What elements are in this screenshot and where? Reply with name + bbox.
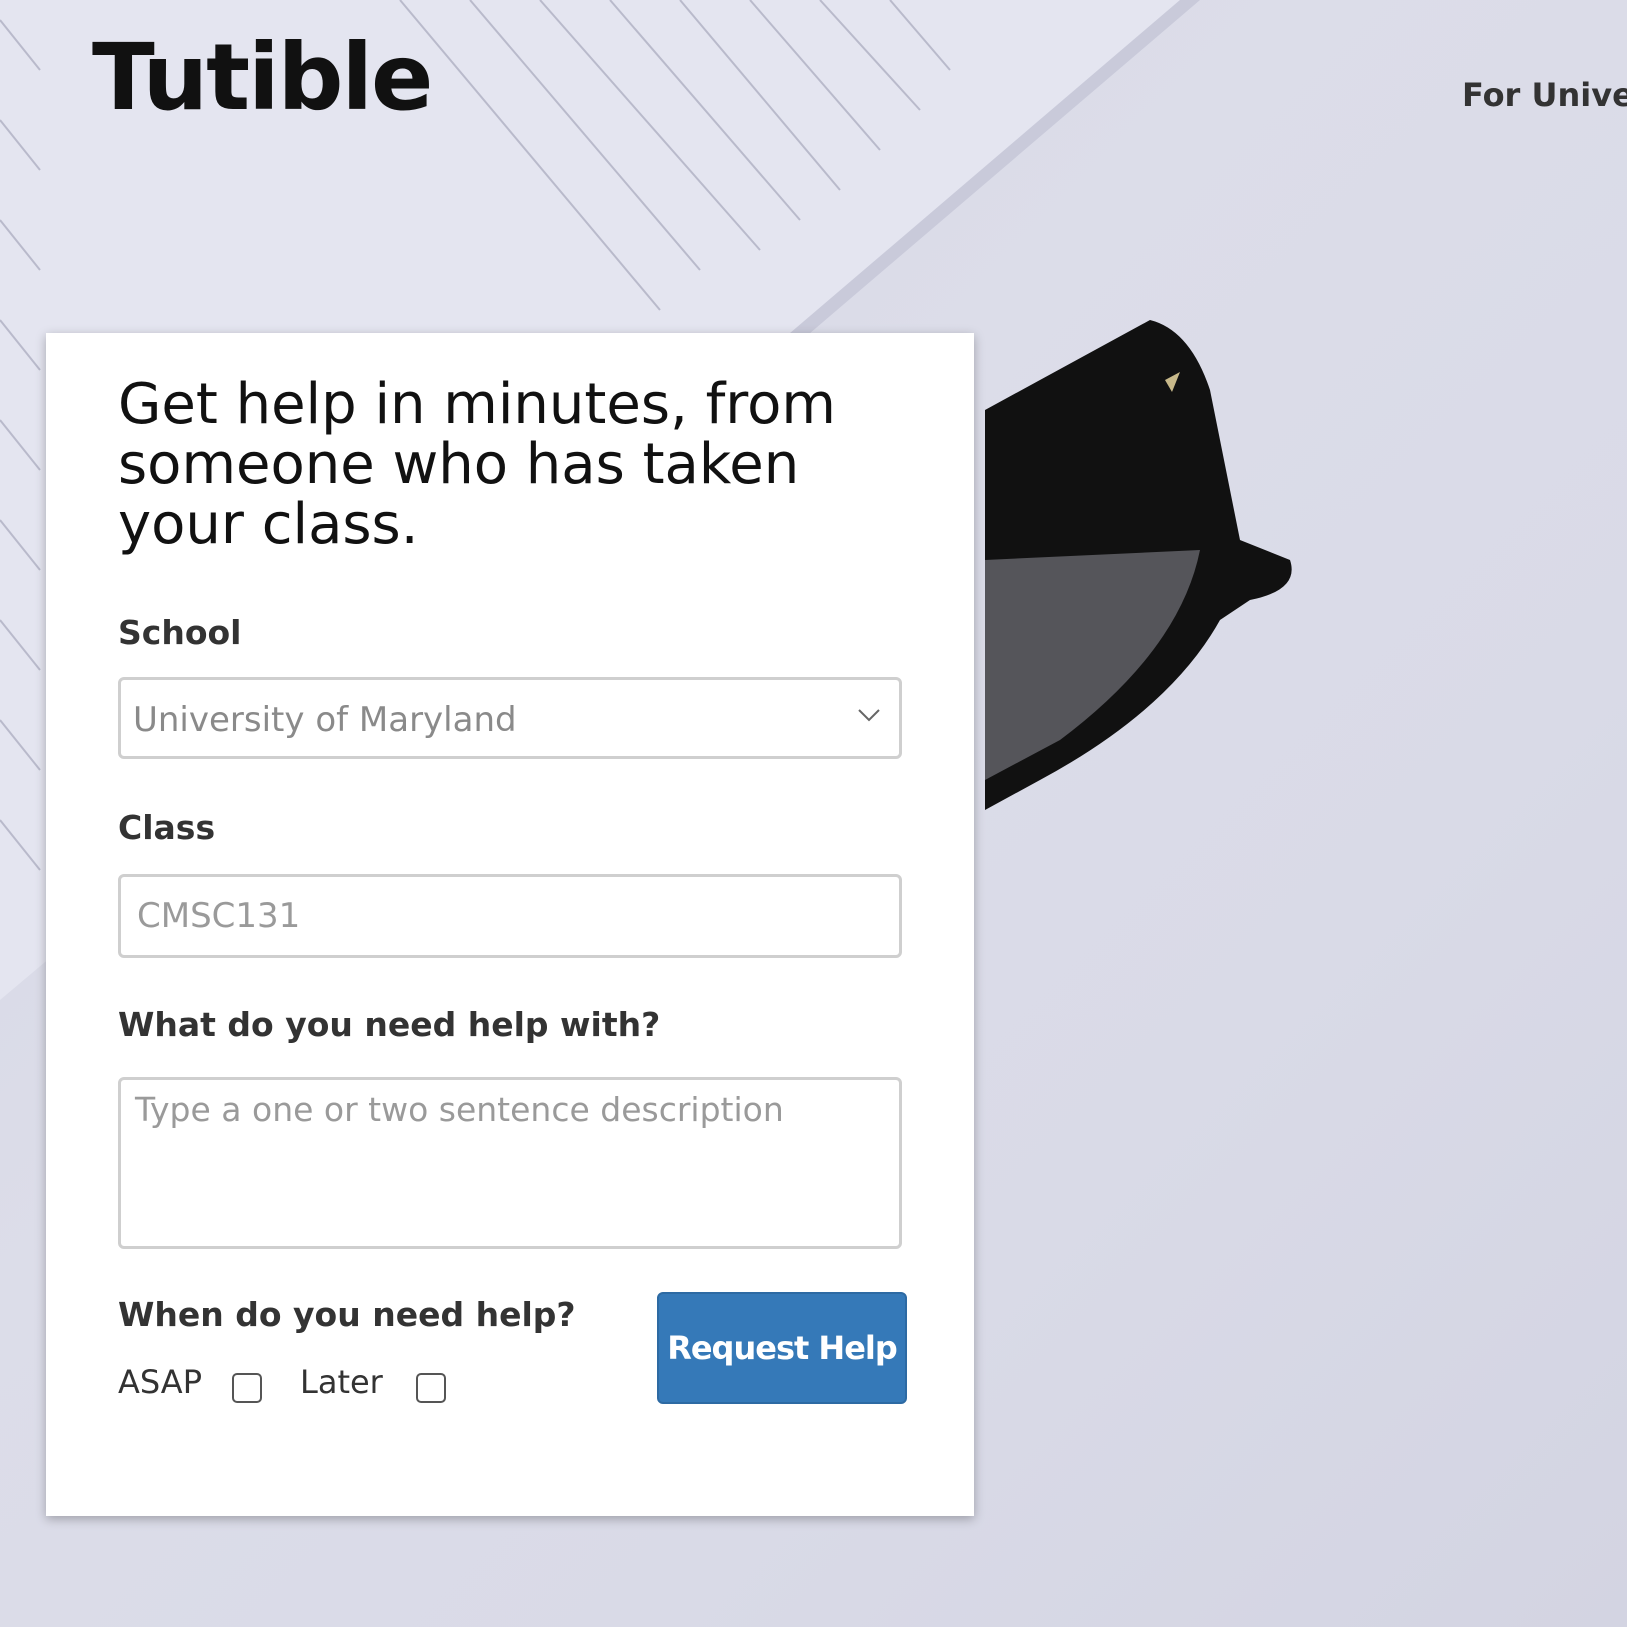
class-input[interactable] xyxy=(118,874,902,958)
school-label: School xyxy=(118,613,242,652)
site-logo[interactable]: Tutible xyxy=(92,24,433,131)
school-select[interactable]: University of Maryland xyxy=(118,677,902,759)
when-label: When do you need help? xyxy=(118,1295,576,1334)
asap-option-label: ASAP xyxy=(118,1363,202,1401)
asap-checkbox[interactable] xyxy=(232,1373,262,1403)
page-title: Get help in minutes, from someone who ha… xyxy=(118,372,836,557)
class-label: Class xyxy=(118,808,216,847)
chevron-down-icon xyxy=(858,709,880,722)
help-description-textarea[interactable] xyxy=(118,1077,902,1249)
nav-link-for-universities[interactable]: For Univer xyxy=(1462,76,1627,114)
school-select-value: University of Maryland xyxy=(133,700,517,740)
help-request-card: Get help in minutes, from someone who ha… xyxy=(46,333,974,1516)
later-checkbox[interactable] xyxy=(416,1373,446,1403)
later-option-label: Later xyxy=(300,1363,383,1401)
help-description-label: What do you need help with? xyxy=(118,1005,661,1044)
request-help-button[interactable]: Request Help xyxy=(657,1292,907,1404)
